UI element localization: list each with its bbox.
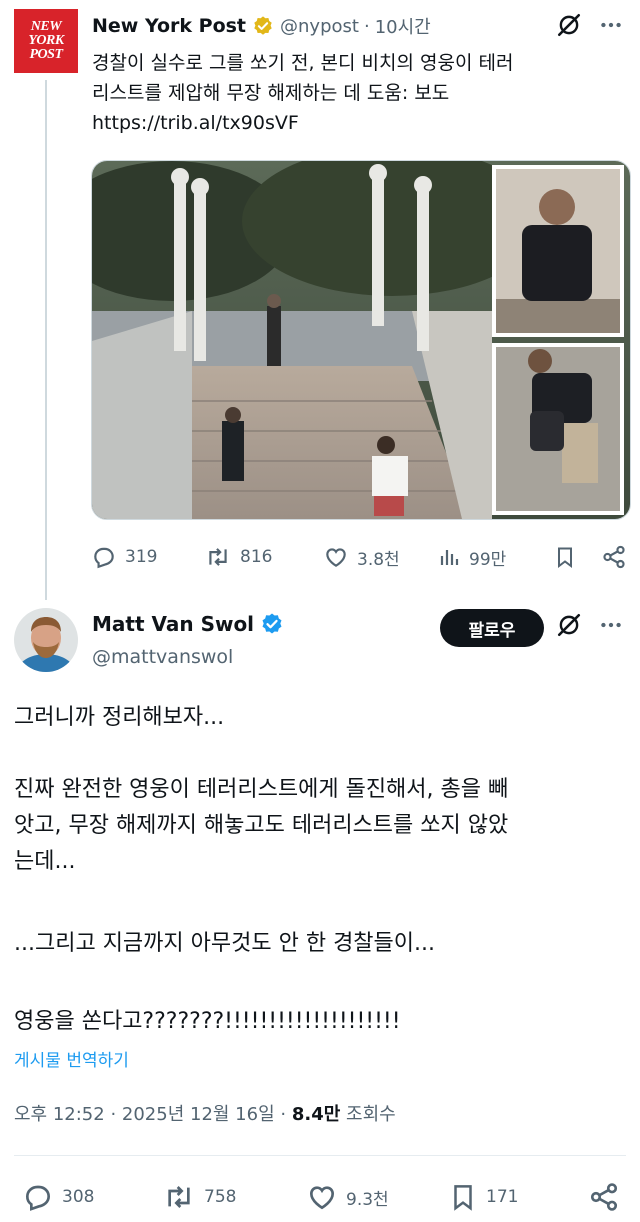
- tweet-time[interactable]: 오후 12:52: [14, 1104, 105, 1125]
- avatar-photo: [14, 608, 78, 672]
- bookmark-icon: [454, 1185, 472, 1211]
- tweet-body-paragraph: 영웅을 쏜다고???????!!!!!!!!!!!!!!!!!!!!: [14, 1004, 626, 1040]
- repost-count: 758: [204, 1187, 237, 1207]
- bookmark-button[interactable]: 171: [448, 1181, 518, 1213]
- quoted-tweet-header: New York Post @nypost · 10시간: [92, 12, 431, 40]
- repost-count: 816: [240, 547, 273, 567]
- share-icon: [590, 1183, 618, 1211]
- text-line: 영웅을 쏜다고???????!!!!!!!!!!!!!!!!!!!!: [14, 1009, 401, 1034]
- translate-post-link[interactable]: 게시물 번역하기: [14, 1046, 129, 1071]
- main-tweet-actions: 308 758 9.3천 171: [14, 1180, 634, 1214]
- text-line: 그러니까 정리해보자...: [14, 705, 225, 730]
- author-handle[interactable]: @nypost: [280, 16, 359, 37]
- author-name[interactable]: New York Post: [92, 15, 246, 37]
- separator-dot: ·: [363, 15, 370, 37]
- main-tweet-top-icons: [556, 612, 624, 638]
- share-button[interactable]: [601, 544, 627, 570]
- text-line: 앗고, 무장 해제까지 해놓고도 테러리스트를 쏘지 않았: [14, 813, 509, 838]
- logo-text: NEW: [30, 19, 62, 34]
- tweet-date[interactable]: 2025년 12월 16일: [122, 1104, 275, 1125]
- reply-icon: [26, 1185, 51, 1211]
- like-icon: [326, 548, 346, 567]
- text-line: 는데...: [14, 849, 76, 874]
- reply-button[interactable]: 308: [22, 1181, 94, 1213]
- tweet-body-paragraph: 그러니까 정리해보자...: [14, 700, 626, 736]
- author-handle[interactable]: @mattvanswol: [92, 646, 233, 668]
- grok-icon[interactable]: [556, 612, 582, 638]
- follow-button[interactable]: 팔로우: [440, 609, 544, 647]
- tweet-time[interactable]: 10시간: [375, 13, 431, 39]
- text-line: 경찰이 실수로 그를 쏘기 전, 본디 비치의 영웅이 테러: [92, 52, 514, 74]
- bookmark-count: 171: [486, 1187, 519, 1207]
- author-avatar[interactable]: [14, 608, 78, 672]
- more-icon[interactable]: [598, 612, 624, 638]
- quoted-tweet-actions: 319 816 3.8천 99만: [91, 540, 631, 574]
- like-icon: [309, 1186, 335, 1210]
- tweet-link[interactable]: https://trib.al/tx90sVF: [92, 108, 622, 138]
- views-count: 99만: [469, 549, 507, 570]
- like-count: 9.3천: [346, 1189, 389, 1210]
- nypost-avatar[interactable]: NEW YORK POST: [14, 9, 78, 73]
- more-icon[interactable]: [598, 12, 624, 38]
- tweet-meta: 오후 12:52 · 2025년 12월 16일 · 8.4만 조회수: [14, 1104, 396, 1125]
- text-line: 리스트를 제압해 무장 해제하는 데 도움: 보도: [92, 82, 450, 104]
- views-button[interactable]: 99만: [437, 544, 506, 570]
- share-icon: [603, 545, 625, 569]
- bookmark-icon: [558, 547, 572, 568]
- repost-button[interactable]: 816: [204, 544, 272, 570]
- thread-line: [45, 80, 47, 600]
- views-count: 8.4만: [291, 1104, 341, 1125]
- repost-icon: [168, 1186, 190, 1208]
- reply-icon: [94, 547, 114, 569]
- tweet-body-paragraph: 진짜 완전한 영웅이 테러리스트에게 돌진해서, 총을 빼 앗고, 무장 해제까…: [14, 772, 626, 880]
- grok-icon[interactable]: [556, 12, 582, 38]
- bookmark-button[interactable]: [553, 544, 577, 570]
- gold-verified-badge-icon: [254, 16, 272, 35]
- divider: [14, 1155, 626, 1156]
- like-count: 3.8천: [357, 549, 400, 570]
- text-line: 진짜 완전한 영웅이 테러리스트에게 돌진해서, 총을 빼: [14, 777, 509, 802]
- repost-button[interactable]: 758: [162, 1181, 236, 1213]
- views-label: 조회수: [346, 1104, 396, 1125]
- main-tweet-author: Matt Van Swol: [92, 612, 284, 636]
- author-name[interactable]: Matt Van Swol: [92, 612, 254, 636]
- tweet-media-image[interactable]: [91, 160, 631, 520]
- reply-count: 319: [125, 547, 158, 567]
- views-icon: [440, 550, 459, 565]
- like-button[interactable]: 9.3천: [306, 1181, 389, 1213]
- logo-text: POST: [29, 47, 64, 62]
- reply-count: 308: [62, 1187, 95, 1207]
- quoted-tweet-text: 경찰이 실수로 그를 쏘기 전, 본디 비치의 영웅이 테러 리스트를 제압해 …: [92, 48, 622, 138]
- like-button[interactable]: 3.8천: [323, 544, 400, 570]
- quoted-tweet-top-icons: [556, 12, 624, 38]
- repost-icon: [209, 548, 227, 566]
- tweet-body-paragraph: ...그리고 지금까지 아무것도 안 한 경찰들이...: [14, 926, 626, 962]
- reply-button[interactable]: 319: [91, 544, 157, 570]
- share-button[interactable]: [588, 1181, 620, 1213]
- text-line: ...그리고 지금까지 아무것도 안 한 경찰들이...: [14, 931, 436, 956]
- news-photo: [92, 161, 630, 519]
- logo-text: YORK: [28, 33, 64, 48]
- blue-verified-badge-icon: [262, 613, 282, 634]
